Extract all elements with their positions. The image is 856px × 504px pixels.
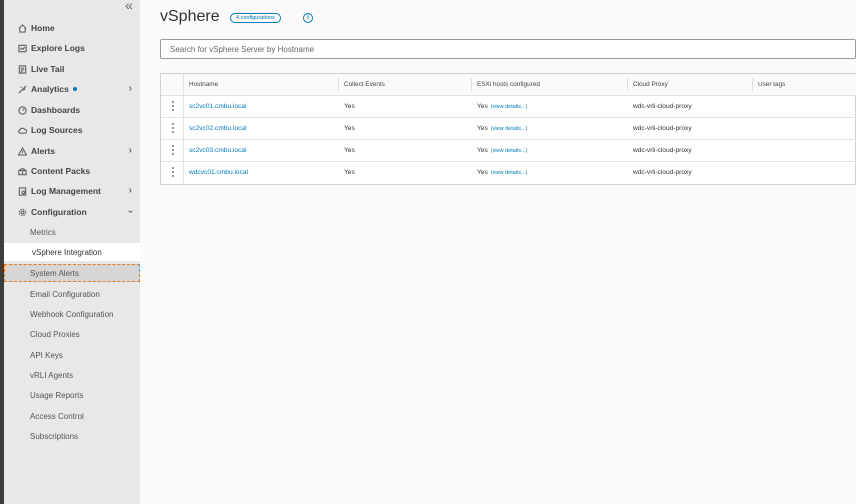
vsphere-servers-table: Hostname Collect Events ESXi hosts confi… (160, 73, 856, 185)
collect-events-value: Yes (344, 125, 355, 132)
esxi-hosts-cell: Yes (view details...) (477, 162, 527, 183)
nav-label: Home (31, 23, 55, 33)
esxi-hosts-cell: Yes (view details...) (477, 118, 527, 139)
column-header-collect-events[interactable]: Collect Events (338, 74, 385, 95)
live-tail-icon (16, 63, 28, 75)
cloud-proxy-value: wdc-vrli-cloud-proxy (633, 125, 692, 132)
esxi-hosts-value: Yes (477, 125, 488, 132)
hostname-link[interactable]: sc2vc01.cmbu.local (189, 96, 247, 117)
sidebar: « Home Explore Logs Live Tail Analytics … (4, 0, 140, 504)
column-header-user-tags[interactable]: User tags (751, 74, 785, 95)
cloud-proxy-value: wdc-vrli-cloud-proxy (633, 147, 692, 154)
column-header-esxi-hosts[interactable]: ESXi hosts configured (471, 74, 540, 95)
cloud-proxy-value: wdc-vrli-cloud-proxy (633, 169, 692, 176)
subnav-webhook-configuration[interactable]: Webhook Configuration (4, 305, 140, 323)
view-details-link[interactable]: (view details...) (491, 148, 528, 154)
nav-dashboards[interactable]: Dashboards (4, 100, 140, 120)
table-row: wdcvc01.cmbu.local Yes Yes (view details.… (161, 162, 856, 184)
nav-content-packs[interactable]: Content Packs (4, 161, 140, 181)
table-header: Hostname Collect Events ESXi hosts confi… (161, 74, 856, 96)
esxi-hosts-value: Yes (477, 147, 488, 154)
subnav-cloud-proxies[interactable]: Cloud Proxies (4, 325, 140, 343)
row-actions-icon[interactable] (172, 145, 174, 157)
dashboard-icon (16, 104, 28, 116)
analytics-icon (16, 83, 28, 95)
nav-live-tail[interactable]: Live Tail (4, 59, 140, 79)
column-header-hostname[interactable]: Hostname (189, 74, 218, 95)
chevron-right-icon: › (128, 145, 132, 156)
gear-icon (16, 206, 28, 218)
log-management-icon (16, 185, 28, 197)
nav-home[interactable]: Home (4, 18, 140, 38)
table-row: sc2vc02.cmbu.local Yes Yes (view details.… (161, 118, 856, 140)
cloud-icon (16, 124, 28, 136)
esxi-hosts-value: Yes (477, 103, 488, 110)
new-indicator-dot (72, 87, 77, 91)
table-row: sc2vc01.cmbu.local Yes Yes (view details.… (161, 96, 856, 118)
row-actions-icon[interactable] (172, 167, 174, 179)
nav-configuration[interactable]: Configuration › (4, 202, 140, 222)
esxi-hosts-cell: Yes (view details...) (477, 96, 527, 117)
column-header-cloud-proxy[interactable]: Cloud Proxy (627, 74, 668, 95)
home-icon (16, 22, 28, 34)
main-content: vSphere 4 configurations i Search for vS… (140, 0, 856, 504)
nav-log-sources[interactable]: Log Sources (4, 120, 140, 140)
nav-label: Configuration (31, 207, 87, 217)
page-title: vSphere (160, 8, 220, 25)
esxi-hosts-value: Yes (477, 169, 488, 176)
nav-label: Content Packs (31, 166, 91, 176)
subnav-metrics[interactable]: Metrics (4, 223, 140, 241)
collect-events-value: Yes (344, 103, 355, 110)
chevron-right-icon: › (128, 185, 132, 196)
row-actions-icon[interactable] (172, 101, 174, 113)
subnav-system-alerts[interactable]: System Alerts (4, 264, 140, 282)
view-details-link[interactable]: (view details...) (491, 126, 528, 132)
chevron-down-icon: › (124, 209, 136, 214)
collect-events-value: Yes (344, 169, 355, 176)
subnav-access-control[interactable]: Access Control (4, 407, 140, 425)
nav-label: Log Management (31, 186, 101, 196)
collapse-sidebar-icon[interactable]: « (125, 0, 133, 13)
view-details-link[interactable]: (view details...) (491, 104, 528, 110)
subnav-email-configuration[interactable]: Email Configuration (4, 285, 140, 303)
subnav-vrli-agents[interactable]: vRLI Agents (4, 366, 140, 384)
hostname-link[interactable]: sc2vc03.cmbu.local (189, 140, 247, 161)
search-input[interactable]: Search for vSphere Server by Hostname (160, 39, 856, 59)
nav-label: Log Sources (31, 125, 83, 135)
nav-label: Explore Logs (31, 43, 85, 53)
nav-label: Alerts (31, 146, 56, 156)
explore-logs-icon (16, 42, 28, 54)
esxi-hosts-cell: Yes (view details...) (477, 140, 527, 161)
subnav-usage-reports[interactable]: Usage Reports (4, 386, 140, 404)
hostname-link[interactable]: sc2vc02.cmbu.local (189, 118, 247, 139)
nav-label: Analytics (31, 84, 69, 94)
nav-label: Live Tail (31, 64, 65, 74)
hostname-link[interactable]: wdcvc01.cmbu.local (189, 162, 248, 183)
chevron-right-icon: › (128, 83, 132, 94)
configurations-count-badge: 4 configurations (230, 13, 281, 23)
nav-alerts[interactable]: Alerts › (4, 141, 140, 161)
info-icon[interactable]: i (303, 13, 313, 23)
subnav-vsphere-integration[interactable]: vSphere Integration (4, 243, 140, 261)
nav-analytics[interactable]: Analytics › (4, 79, 140, 99)
table-row: sc2vc03.cmbu.local Yes Yes (view details.… (161, 140, 856, 162)
view-details-link[interactable]: (view details...) (491, 170, 528, 176)
nav-log-management[interactable]: Log Management › (4, 181, 140, 201)
alert-icon (16, 145, 28, 157)
content-packs-icon (16, 165, 28, 177)
subnav-api-keys[interactable]: API Keys (4, 346, 140, 364)
subnav-subscriptions[interactable]: Subscriptions (4, 427, 140, 445)
collect-events-value: Yes (344, 147, 355, 154)
cloud-proxy-value: wdc-vrli-cloud-proxy (633, 103, 692, 110)
nav-label: Dashboards (31, 105, 81, 115)
row-actions-icon[interactable] (172, 123, 174, 135)
nav-explore-logs[interactable]: Explore Logs (4, 38, 140, 58)
